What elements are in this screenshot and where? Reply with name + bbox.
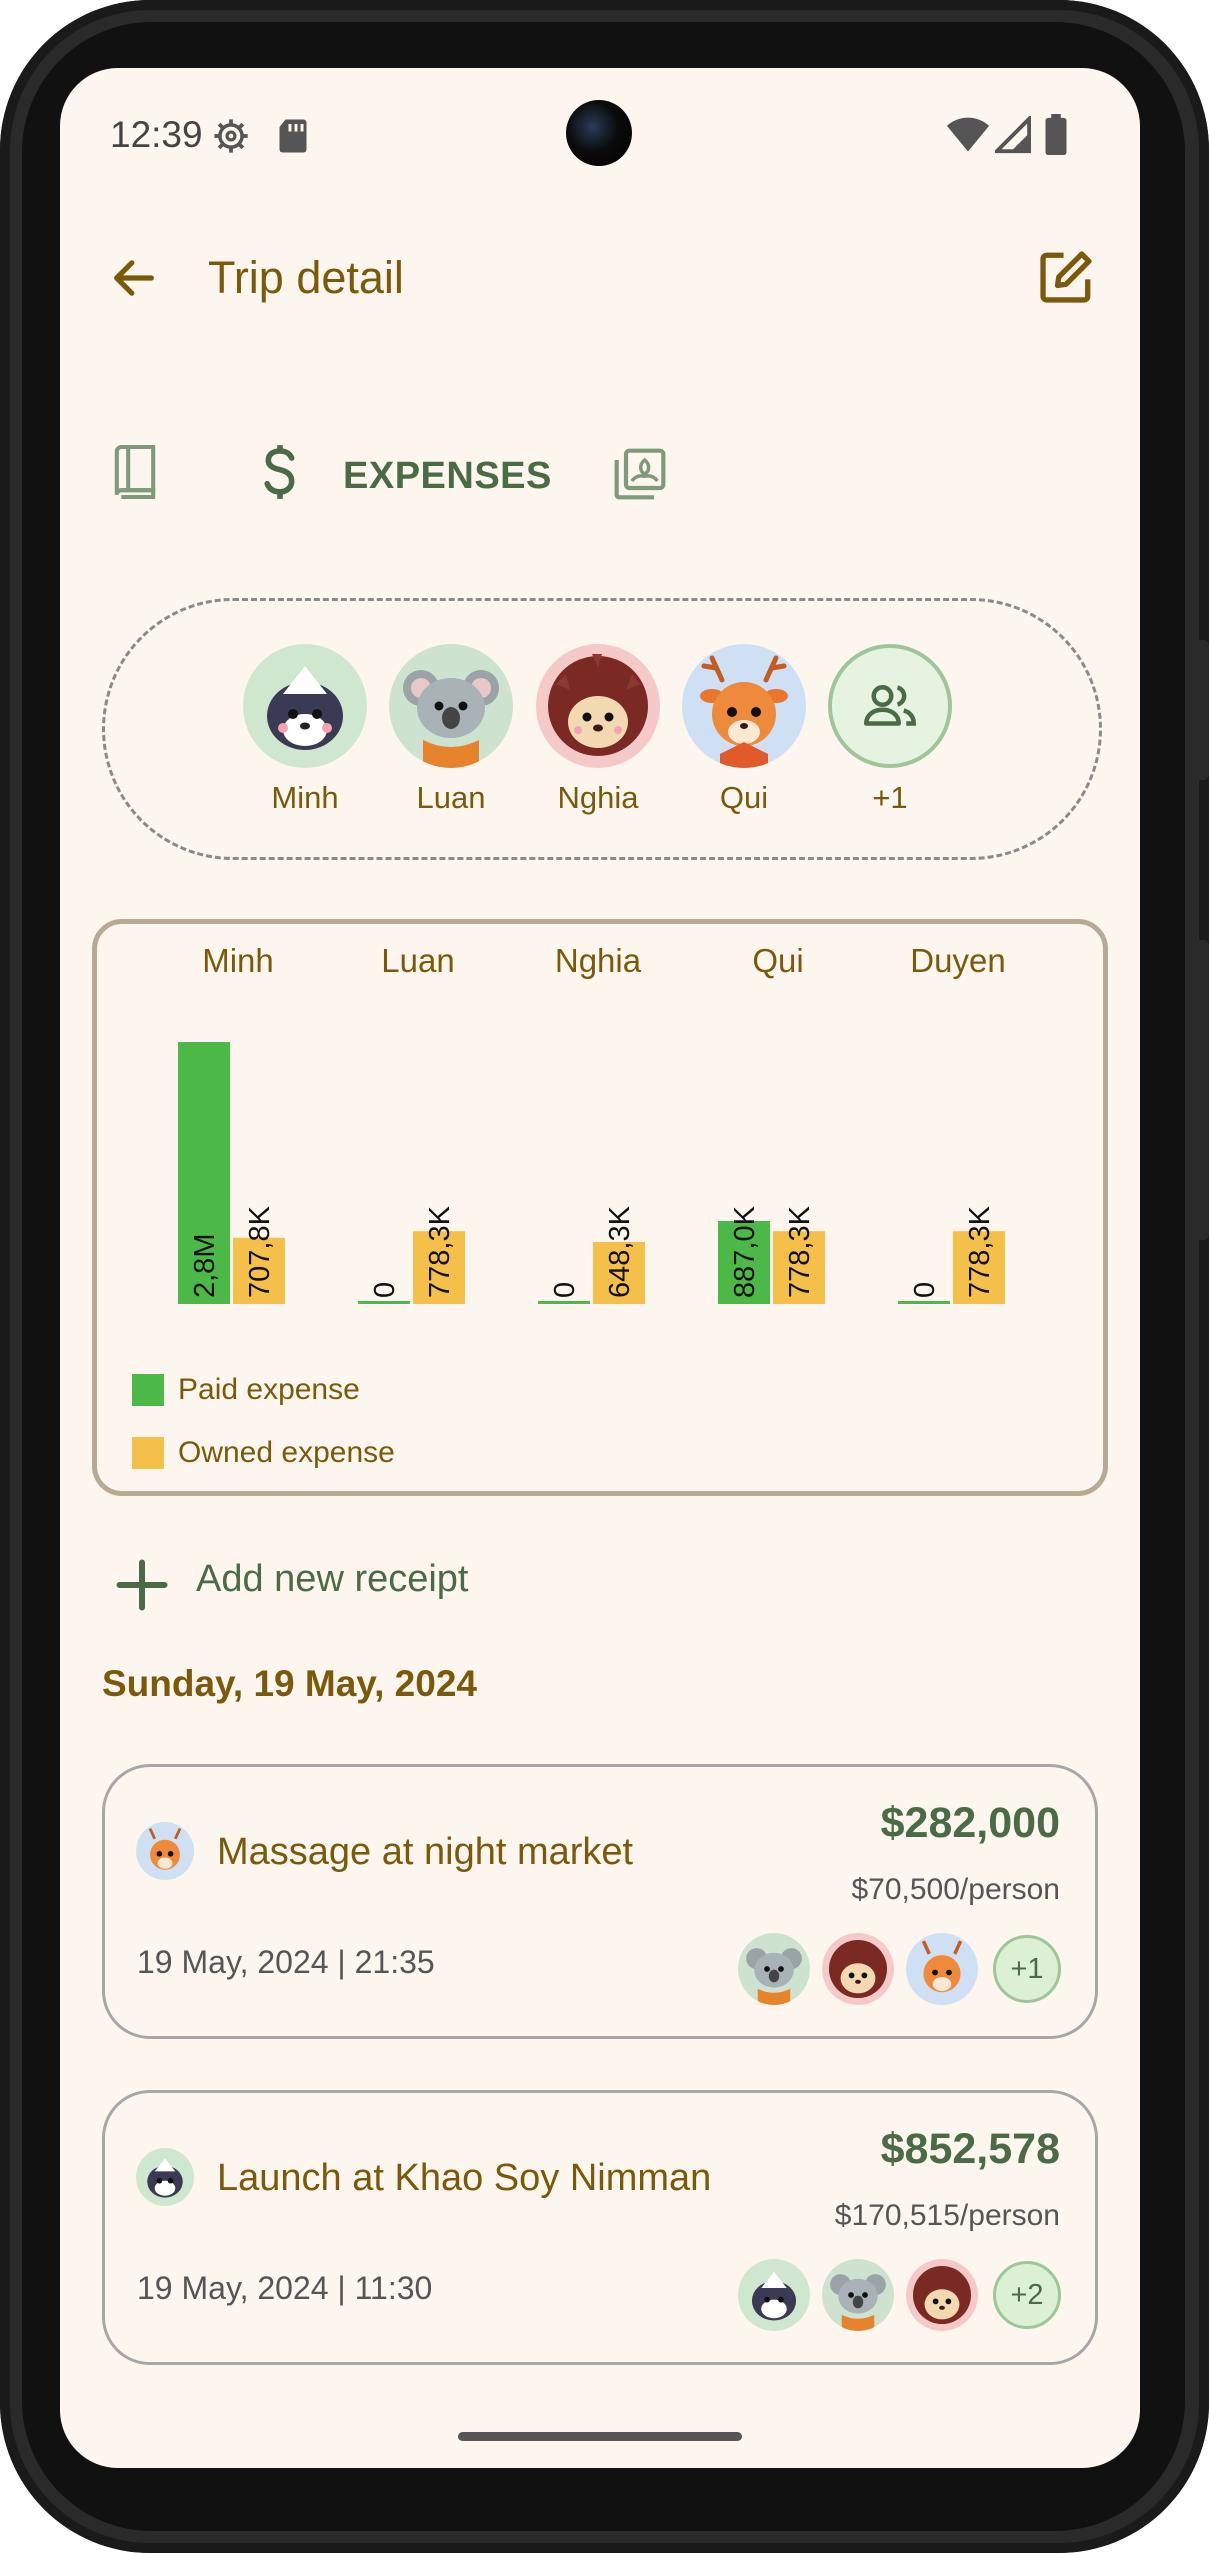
bar-value-label: 0 xyxy=(369,1282,401,1298)
hedgehog-avatar xyxy=(822,1933,894,2005)
bar-value-label: 2,8M xyxy=(189,1234,221,1298)
receipt-title: Massage at night market xyxy=(217,1831,634,1873)
power-button xyxy=(1199,940,1209,1240)
skunk-avatar xyxy=(738,2259,810,2331)
receipt-per-person: $170,515/person xyxy=(834,2199,1060,2232)
bar-value-label: 778,3K xyxy=(964,1205,996,1298)
legend-swatch-owned xyxy=(132,1437,164,1469)
plus-icon[interactable] xyxy=(112,1555,172,1615)
date-header: Sunday, 19 May, 2024 xyxy=(102,1663,477,1704)
bar-value-label: 0 xyxy=(909,1282,941,1298)
receipt-amount: $282,000 xyxy=(880,1799,1060,1847)
legend-label-owned: Owned expense xyxy=(178,1436,395,1469)
koala-avatar xyxy=(738,1933,810,2005)
add-receipt-button[interactable]: Add new receipt xyxy=(196,1558,469,1601)
more-participants-badge[interactable]: +2 xyxy=(993,2261,1061,2329)
more-participants-badge[interactable]: +1 xyxy=(993,1935,1061,2003)
bar-value-label: 887,0K xyxy=(729,1205,761,1298)
bar-value-label: 0 xyxy=(549,1282,581,1298)
bar-paid-duyen xyxy=(898,1301,950,1304)
bar-paid-luan xyxy=(358,1301,410,1304)
device-frame: 12:39 Trip detail EXPENSES Minh Luan Ngh… xyxy=(0,0,1209,2553)
expense-bar-chart: 2,8M 707,8K 0 778,3K 0 648,3K 887,0K 778,3K 0 778… xyxy=(178,1042,1005,1304)
receipt-datetime: 19 May, 2024 | 11:30 xyxy=(137,2270,433,2306)
receipt-datetime: 19 May, 2024 | 21:35 xyxy=(137,1944,435,1980)
deer-avatar xyxy=(136,1822,194,1880)
bar-value-label: 707,8K xyxy=(244,1205,276,1298)
bar-paid-nghia xyxy=(538,1301,590,1304)
receipt-amount: $852,578 xyxy=(880,2125,1060,2173)
bar-value-label: 648,3K xyxy=(604,1205,636,1298)
skunk-avatar xyxy=(136,2148,194,2206)
app-screen: 12:39 Trip detail EXPENSES Minh Luan Ngh… xyxy=(60,68,1140,2468)
receipt-per-person: $70,500/person xyxy=(851,1873,1060,1906)
legend-label-paid: Paid expense xyxy=(178,1373,360,1406)
koala-avatar xyxy=(822,2259,894,2331)
volume-button xyxy=(1199,640,1209,780)
deer-avatar xyxy=(906,1933,978,2005)
home-indicator[interactable] xyxy=(458,2432,742,2441)
legend-swatch-paid xyxy=(132,1374,164,1406)
bar-value-label: 778,3K xyxy=(784,1205,816,1298)
receipt-title: Launch at Khao Soy Nimman xyxy=(217,2157,712,2199)
hedgehog-avatar xyxy=(906,2259,978,2331)
bar-value-label: 778,3K xyxy=(424,1205,456,1298)
